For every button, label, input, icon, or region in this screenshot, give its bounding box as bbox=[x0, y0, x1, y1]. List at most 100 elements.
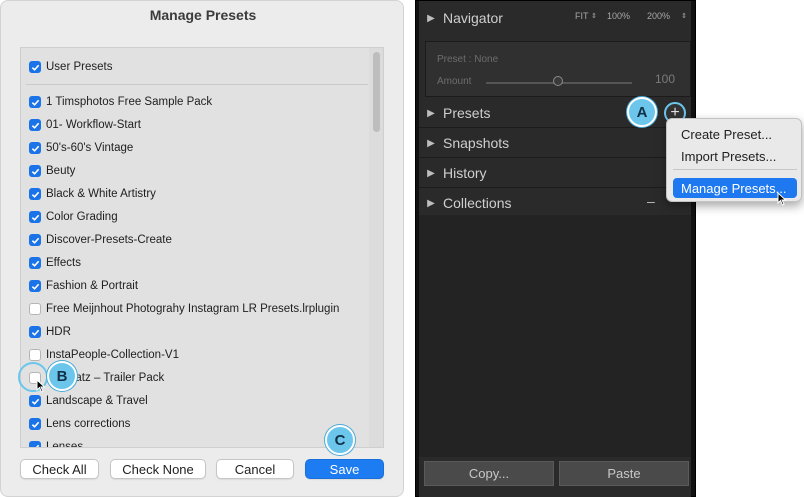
list-item[interactable]: Free Meijnhout Photograhy Instagram LR P… bbox=[29, 300, 339, 318]
callout-a: A bbox=[627, 97, 657, 127]
list-item[interactable]: Lenses bbox=[29, 438, 84, 448]
checkbox[interactable] bbox=[29, 234, 41, 246]
mouse-cursor-icon bbox=[777, 192, 787, 206]
list-item-label: InstaPeople-Collection-V1 bbox=[46, 349, 179, 361]
checkbox[interactable] bbox=[29, 119, 41, 131]
checkmark-icon bbox=[31, 329, 39, 336]
list-item-label: 01- Workflow-Start bbox=[46, 119, 142, 131]
list-item[interactable]: Lens corrections bbox=[29, 415, 130, 433]
amount-slider-knob[interactable] bbox=[553, 76, 563, 86]
list-item[interactable]: Black & White Artistry bbox=[29, 185, 156, 203]
checkmark-icon bbox=[31, 99, 39, 106]
list-item[interactable]: Beuty bbox=[29, 162, 75, 180]
presets-plus-menu: Create Preset... Import Presets... Manag… bbox=[666, 118, 802, 202]
list-item-label: Landscape & Travel bbox=[46, 395, 148, 407]
presets-title: Presets bbox=[443, 105, 491, 121]
panel-inner: ▶ Navigator FIT ⇕ 100% 200% ⇕ Preset : N… bbox=[419, 1, 691, 497]
checkmark-icon bbox=[31, 398, 39, 405]
cancel-button[interactable]: Cancel bbox=[216, 459, 294, 479]
list-item[interactable]: Discover-Presets-Create bbox=[29, 231, 172, 249]
checkmark-icon bbox=[31, 145, 39, 152]
callout-b: B bbox=[47, 361, 77, 391]
list-item[interactable]: 01- Workflow-Start bbox=[29, 116, 141, 134]
presets-list: User Presets 1 Timsphotos Free Sample Pa… bbox=[20, 47, 384, 448]
checkbox[interactable] bbox=[29, 142, 41, 154]
list-item[interactable]: Fashion & Portrait bbox=[29, 277, 138, 295]
list-item-label: Free Meijnhout Photograhy Instagram LR P… bbox=[46, 303, 340, 315]
list-item-label: Beuty bbox=[46, 165, 76, 177]
list-item-label: 50's-60's Vintage bbox=[46, 142, 134, 154]
checkbox[interactable] bbox=[29, 165, 41, 177]
updown-icon: ⇕ bbox=[681, 13, 687, 20]
list-item-label: Effects bbox=[46, 257, 81, 269]
navigator-title: Navigator bbox=[443, 10, 503, 26]
amount-label: Amount bbox=[437, 76, 472, 87]
expand-triangle-icon: ▶ bbox=[427, 107, 435, 119]
checkmark-icon bbox=[31, 122, 39, 129]
history-panel-header[interactable]: ▶ History bbox=[419, 158, 691, 188]
manage-presets-dialog: Manage Presets User Presets 1 Timsphotos… bbox=[0, 0, 404, 497]
scrollbar-thumb[interactable] bbox=[373, 52, 380, 132]
list-item-label: Black & White Artistry bbox=[46, 188, 156, 200]
menu-divider bbox=[673, 169, 797, 170]
dialog-title: Manage Presets bbox=[149, 7, 257, 23]
checkbox[interactable] bbox=[29, 326, 41, 338]
updown-icon: ⇕ bbox=[591, 13, 597, 20]
list-item-label: User Presets bbox=[46, 61, 113, 73]
menu-item-create-preset[interactable]: Create Preset... bbox=[673, 124, 797, 144]
scrollbar[interactable] bbox=[369, 48, 383, 447]
collections-minus-button[interactable]: – bbox=[647, 193, 655, 209]
list-item-label: 1 Timsphotos Free Sample Pack bbox=[46, 96, 213, 108]
list-item[interactable]: Color Grading bbox=[29, 208, 118, 226]
preset-amount-box: Preset : None Amount 100 bbox=[425, 41, 691, 97]
checkbox[interactable] bbox=[29, 257, 41, 269]
list-item-label: HDR bbox=[46, 326, 71, 338]
preset-label: Preset : None bbox=[437, 54, 499, 65]
checkbox[interactable] bbox=[29, 349, 41, 361]
list-item[interactable]: HDR bbox=[29, 323, 71, 341]
list-item-user-presets[interactable]: User Presets bbox=[29, 58, 112, 76]
list-item[interactable]: InstaPeople-Collection-V1 bbox=[29, 346, 179, 364]
checkbox[interactable] bbox=[29, 303, 41, 315]
list-item[interactable]: 50's-60's Vintage bbox=[29, 139, 133, 157]
collections-panel-header[interactable]: ▶ Collections – bbox=[419, 188, 691, 218]
save-button[interactable]: Save bbox=[305, 459, 384, 479]
checkmark-icon bbox=[31, 283, 39, 290]
check-none-button[interactable]: Check None bbox=[110, 459, 206, 479]
checkbox[interactable] bbox=[29, 441, 41, 447]
checkmark-icon bbox=[31, 237, 39, 244]
paste-button[interactable]: Paste bbox=[559, 461, 689, 486]
checkmark-icon bbox=[31, 191, 39, 198]
callout-c: C bbox=[325, 425, 355, 455]
checkbox[interactable] bbox=[29, 188, 41, 200]
checkbox[interactable] bbox=[29, 61, 41, 73]
expand-triangle-icon: ▶ bbox=[427, 12, 435, 24]
snapshots-panel-header[interactable]: ▶ Snapshots bbox=[419, 128, 691, 158]
expand-triangle-icon: ▶ bbox=[427, 167, 435, 179]
zoom-fit[interactable]: FIT bbox=[575, 11, 589, 21]
checkbox[interactable] bbox=[29, 280, 41, 292]
check-all-button[interactable]: Check All bbox=[20, 459, 99, 479]
list-item-label: Lens corrections bbox=[46, 418, 131, 430]
list-item[interactable]: Landscape & Travel bbox=[29, 392, 148, 410]
list-item-label: Lenses bbox=[46, 441, 84, 448]
snapshots-title: Snapshots bbox=[443, 135, 510, 151]
checkmark-icon bbox=[31, 168, 39, 175]
list-item[interactable]: Effects bbox=[29, 254, 81, 272]
lightroom-right-panel: ▶ Navigator FIT ⇕ 100% 200% ⇕ Preset : N… bbox=[415, 0, 696, 497]
expand-triangle-icon: ▶ bbox=[427, 137, 435, 149]
zoom-100[interactable]: 100% bbox=[607, 11, 630, 21]
panel-empty-area bbox=[419, 215, 691, 457]
menu-item-import-presets[interactable]: Import Presets... bbox=[673, 146, 797, 166]
list-item-label: Color Grading bbox=[46, 211, 118, 223]
checkmark-icon bbox=[32, 444, 39, 447]
checkbox[interactable] bbox=[29, 418, 41, 430]
checkbox[interactable] bbox=[29, 395, 41, 407]
copy-button[interactable]: Copy... bbox=[424, 461, 554, 486]
list-item[interactable]: 1 Timsphotos Free Sample Pack bbox=[29, 93, 212, 111]
checkbox[interactable] bbox=[29, 211, 41, 223]
checkmark-icon bbox=[31, 214, 39, 221]
zoom-200[interactable]: 200% bbox=[647, 11, 670, 21]
checkbox[interactable] bbox=[29, 96, 41, 108]
checkmark-icon bbox=[31, 260, 39, 267]
